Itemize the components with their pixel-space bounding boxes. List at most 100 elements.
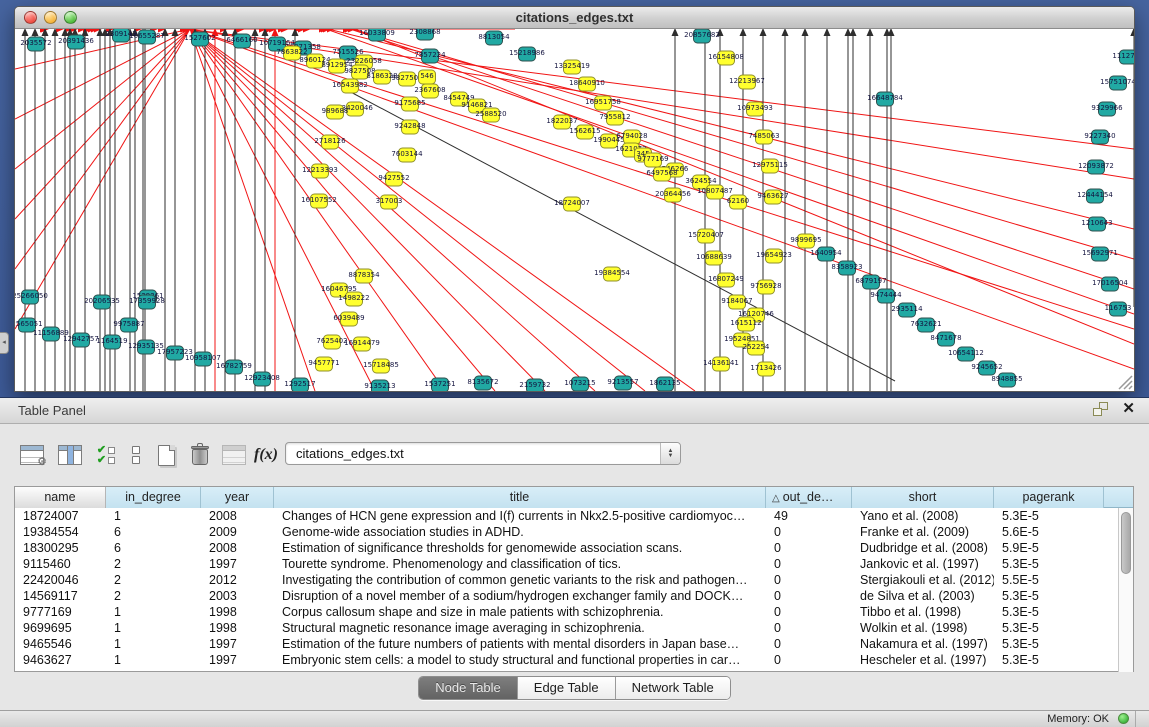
network-node[interactable]: 15692971 bbox=[1082, 247, 1118, 261]
window-resize-grip[interactable] bbox=[1119, 376, 1132, 389]
table-cell[interactable]: 0 bbox=[766, 636, 852, 652]
table-cell[interactable]: 5.5E-5 bbox=[994, 572, 1104, 588]
table-cell[interactable]: Dudbridge et al. (2008) bbox=[852, 540, 994, 556]
table-cell[interactable]: 9463627 bbox=[15, 652, 106, 668]
table-row[interactable]: 911546021997Tourette syndrome. Phenomeno… bbox=[15, 556, 1133, 572]
table-cell[interactable]: 22420046 bbox=[15, 572, 106, 588]
table-selector-dropdown[interactable]: citations_edges.txt ▲▼ bbox=[285, 442, 681, 465]
network-node[interactable]: 12942757 bbox=[63, 333, 99, 347]
column-header-title[interactable]: title bbox=[274, 487, 766, 508]
network-node[interactable]: 16154808 bbox=[708, 51, 744, 65]
table-cell[interactable]: Jankovic et al. (1997) bbox=[852, 556, 994, 572]
network-node[interactable]: 1537251 bbox=[424, 378, 455, 391]
network-node[interactable]: 12213967 bbox=[729, 75, 765, 89]
table-cell[interactable]: Genome-wide association studies in ADHD. bbox=[274, 524, 766, 540]
network-canvas[interactable]: 2035572203914362309143106552871527602646… bbox=[15, 29, 1134, 391]
column-header-in_degree[interactable]: in_degree bbox=[106, 487, 201, 508]
network-node[interactable]: 16914479 bbox=[344, 337, 380, 351]
network-node[interactable]: 252254 bbox=[743, 341, 770, 355]
network-node[interactable]: 8358923 bbox=[831, 261, 862, 275]
network-node[interactable]: 989688 bbox=[322, 105, 349, 119]
scrollbar-thumb[interactable] bbox=[1121, 512, 1131, 574]
network-node[interactable]: 7955812 bbox=[599, 111, 630, 125]
network-node[interactable]: 9329966 bbox=[1091, 102, 1123, 116]
table-cell[interactable]: Franke et al. (2009) bbox=[852, 524, 994, 540]
network-node[interactable]: 16782759 bbox=[216, 360, 252, 374]
table-cell[interactable]: 0 bbox=[766, 524, 852, 540]
table-cell[interactable]: 1997 bbox=[201, 636, 274, 652]
network-node[interactable]: 13325419 bbox=[554, 60, 590, 74]
table-cell[interactable]: 1997 bbox=[201, 652, 274, 668]
network-node[interactable]: 15751074 bbox=[1100, 76, 1134, 90]
table-row[interactable]: 946554611997Estimation of the future num… bbox=[15, 636, 1133, 652]
table-row[interactable]: 946362711997Embryonic stem cells: a mode… bbox=[15, 652, 1133, 668]
table-cell[interactable]: Investigating the contribution of common… bbox=[274, 572, 766, 588]
network-node[interactable]: 1210643 bbox=[1081, 217, 1112, 231]
network-node[interactable]: 17016504 bbox=[1092, 277, 1128, 291]
network-node[interactable]: 10654112 bbox=[948, 347, 984, 361]
table-cell[interactable]: 5.3E-5 bbox=[994, 508, 1104, 524]
network-node[interactable]: 6466160 bbox=[226, 34, 257, 48]
citation-edge-red[interactable] bbox=[190, 29, 315, 391]
network-node[interactable]: 15218986 bbox=[509, 47, 545, 61]
network-node[interactable]: 8948855 bbox=[991, 373, 1022, 387]
table-cell[interactable]: 14569117 bbox=[15, 588, 106, 604]
table-cell[interactable]: 5.6E-5 bbox=[994, 524, 1104, 540]
table-cell[interactable]: 2 bbox=[106, 556, 201, 572]
network-node[interactable]: 1073215 bbox=[564, 377, 595, 391]
network-node[interactable]: 12093872 bbox=[1078, 160, 1114, 174]
window-titlebar[interactable]: citations_edges.txt bbox=[15, 7, 1134, 29]
float-window-icon[interactable] bbox=[1093, 402, 1108, 416]
network-node[interactable]: 1862135 bbox=[649, 377, 680, 391]
function-builder-icon[interactable]: f(x) bbox=[252, 440, 280, 470]
network-node[interactable]: 8878354 bbox=[348, 269, 380, 283]
network-node[interactable]: 19654923 bbox=[756, 249, 792, 263]
network-node[interactable]: 10688639 bbox=[696, 251, 732, 265]
table-cell[interactable]: 6 bbox=[106, 524, 201, 540]
network-node[interactable]: 20206535 bbox=[84, 295, 120, 309]
network-node[interactable]: 62160 bbox=[727, 195, 749, 209]
table-cell[interactable]: 2003 bbox=[201, 588, 274, 604]
table-cell[interactable]: Nakamura et al. (1997) bbox=[852, 636, 994, 652]
network-node[interactable]: 12213393 bbox=[302, 164, 338, 178]
column-header-pagerank[interactable]: pagerank bbox=[994, 487, 1104, 508]
panel-collapse-handle[interactable]: ◂ bbox=[0, 332, 9, 354]
select-columns-icon[interactable]: ✔ ✔ bbox=[92, 440, 120, 470]
table-cell[interactable]: 1997 bbox=[201, 556, 274, 572]
table-row[interactable]: 1830029562008Estimation of significance … bbox=[15, 540, 1133, 556]
network-node[interactable]: 2935114 bbox=[891, 303, 923, 317]
network-node[interactable]: 16107552 bbox=[301, 194, 337, 208]
table-cell[interactable]: Wolkin et al. (1998) bbox=[852, 620, 994, 636]
network-node[interactable]: 16951758 bbox=[585, 96, 621, 110]
table-cell[interactable]: Yano et al. (2008) bbox=[852, 508, 994, 524]
table-cell[interactable]: 0 bbox=[766, 588, 852, 604]
delete-entries-icon[interactable] bbox=[186, 440, 214, 470]
table-cell[interactable]: 49 bbox=[766, 508, 852, 524]
network-node[interactable]: 9175685 bbox=[394, 97, 425, 111]
network-node[interactable]: 8813054 bbox=[478, 31, 510, 45]
network-node[interactable]: 20391436 bbox=[58, 35, 94, 49]
network-node[interactable]: 9427552 bbox=[378, 172, 409, 186]
network-node[interactable]: 7485063 bbox=[748, 130, 779, 144]
table-cell[interactable]: 1 bbox=[106, 652, 201, 668]
clear-selection-icon[interactable] bbox=[122, 440, 150, 470]
table-cell[interactable]: Structural magnetic resonance image aver… bbox=[274, 620, 766, 636]
network-node[interactable]: 9457771 bbox=[308, 357, 339, 371]
table-cell[interactable]: 0 bbox=[766, 652, 852, 668]
network-node[interactable]: 1498222 bbox=[338, 292, 369, 306]
close-icon[interactable]: ✕ bbox=[1122, 402, 1135, 416]
network-node[interactable]: 9135213 bbox=[364, 380, 395, 391]
network-node[interactable]: 1112763 bbox=[1112, 50, 1134, 64]
network-node[interactable]: 6879197 bbox=[855, 275, 886, 289]
table-cell[interactable]: 2008 bbox=[201, 540, 274, 556]
table-row[interactable]: 1938455462009Genome-wide association stu… bbox=[15, 524, 1133, 540]
table-cell[interactable]: 2 bbox=[106, 572, 201, 588]
network-node[interactable]: 25266050 bbox=[15, 290, 48, 304]
table-cell[interactable]: 1 bbox=[106, 508, 201, 524]
tab-node-table[interactable]: Node Table bbox=[419, 677, 518, 699]
network-canvas-container[interactable]: 2035572203914362309143106552871527602646… bbox=[15, 29, 1134, 391]
window-close-button[interactable] bbox=[24, 11, 37, 24]
table-cell[interactable]: Hescheler et al. (1997) bbox=[852, 652, 994, 668]
table-row[interactable]: 2242004622012Investigating the contribut… bbox=[15, 572, 1133, 588]
table-row[interactable]: 1456911722003Disruption of a novel membe… bbox=[15, 588, 1133, 604]
